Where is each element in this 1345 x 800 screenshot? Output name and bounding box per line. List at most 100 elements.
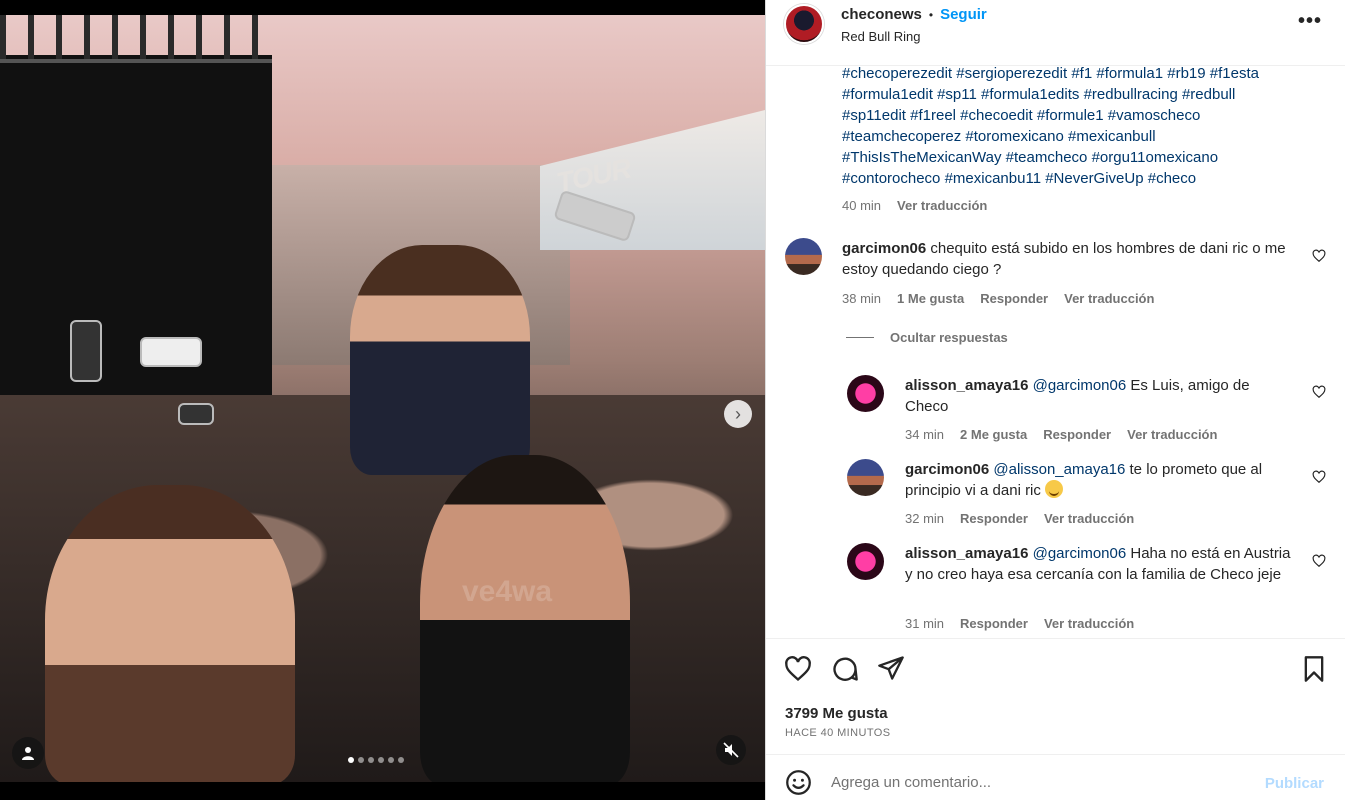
comment-icon[interactable]	[831, 655, 859, 683]
phone-2	[140, 337, 202, 367]
reply-reply-button[interactable]: Responder	[960, 511, 1028, 526]
user-tag-icon	[22, 747, 34, 760]
caption-translate-link[interactable]: Ver traducción	[897, 195, 987, 216]
reply-reply-button[interactable]: Responder	[1043, 427, 1111, 442]
reply-avatar[interactable]	[847, 459, 884, 496]
reply-time[interactable]: 31 min	[905, 616, 944, 631]
comment-body: garcimon06 chequito está subido en los h…	[842, 238, 1292, 280]
reply-time[interactable]: 32 min	[905, 511, 944, 526]
comments-section[interactable]: #checoperezedit #sergioperezedit #f1 #fo…	[766, 60, 1345, 638]
post-timestamp[interactable]: HACE 40 MINUTOS	[785, 727, 890, 739]
comment-translate-link[interactable]: Ver traducción	[1064, 291, 1154, 306]
reply-username[interactable]: alisson_amaya16	[905, 377, 1028, 394]
post-header: checonews • Seguir Red Bull Ring •••	[766, 0, 1345, 66]
reply-avatar[interactable]	[847, 375, 884, 412]
reply-like-icon[interactable]	[1312, 554, 1326, 568]
comment-reply-button[interactable]: Responder	[980, 291, 1048, 306]
reply-translate-link[interactable]: Ver traducción	[1044, 511, 1134, 526]
reply-mention[interactable]: @garcimon06	[1033, 545, 1127, 562]
hashtag-link[interactable]: #redbull	[1182, 86, 1235, 103]
hashtag-link[interactable]: #sergioperezedit	[956, 65, 1067, 82]
hashtag-link[interactable]: #teamchecoperez	[842, 128, 961, 145]
hashtag-link[interactable]: #sp11edit	[842, 107, 906, 124]
hashtag-link[interactable]: #contorocheco	[842, 170, 940, 187]
author-line: checonews • Seguir	[841, 6, 987, 23]
author-username[interactable]: checonews	[841, 6, 922, 23]
heart-icon[interactable]	[784, 655, 812, 683]
carousel-dot	[368, 757, 374, 763]
hashtag-link[interactable]: #sp11	[937, 86, 977, 103]
hashtag-link[interactable]: #f1reel	[910, 107, 956, 124]
hide-replies-button[interactable]: Ocultar respuestas	[846, 330, 1008, 345]
reply-translate-link[interactable]: Ver traducción	[1044, 616, 1134, 631]
hashtag-link[interactable]: #formula1edits	[981, 86, 1079, 103]
reply-mention[interactable]: @alisson_amaya16	[993, 461, 1125, 478]
reply-like-icon[interactable]	[1312, 470, 1326, 484]
comment-likes[interactable]: 1 Me gusta	[897, 291, 964, 306]
reply-like-icon[interactable]	[1312, 385, 1326, 399]
hashtag-link[interactable]: #toromexicano	[965, 128, 1063, 145]
video-frame: TOUR ve4wa	[0, 15, 765, 782]
caption-time[interactable]: 40 min	[842, 195, 881, 216]
hashtag-link[interactable]: #mexicanbu11	[945, 170, 1041, 187]
caption-line: #checoperezedit #sergioperezedit #f1 #fo…	[842, 63, 1312, 84]
reply-username[interactable]: alisson_amaya16	[905, 545, 1028, 562]
hashtag-link[interactable]: #formule1	[1037, 107, 1104, 124]
watermark: ve4wa	[462, 575, 553, 608]
author-avatar[interactable]	[784, 4, 824, 44]
comment-username[interactable]: garcimon06	[842, 240, 926, 257]
hashtag-link[interactable]: #redbullracing	[1084, 86, 1178, 103]
caption-line: #teamchecoperez #toromexicano #mexicanbu…	[842, 126, 1312, 147]
post-media[interactable]: TOUR ve4wa ›	[0, 15, 765, 782]
bookmark-icon[interactable]	[1300, 655, 1328, 683]
send-icon[interactable]	[877, 654, 905, 682]
more-options-button[interactable]: •••	[1298, 10, 1322, 33]
hashtag-link[interactable]: #checo	[1148, 170, 1196, 187]
smiley-icon[interactable]	[785, 769, 812, 796]
hashtag-link[interactable]: #rb19	[1167, 65, 1205, 82]
reply-body: alisson_amaya16 @garcimon06 Es Luis, ami…	[905, 375, 1295, 417]
hashtag-link[interactable]: #NeverGiveUp	[1045, 170, 1143, 187]
hashtag-link[interactable]: #f1	[1071, 65, 1092, 82]
child-on-shoulders	[350, 245, 530, 475]
comment-meta: 38 min 1 Me gusta Responder Ver traducci…	[842, 291, 1154, 306]
man-foreground	[420, 455, 630, 782]
publish-button[interactable]: Publicar	[1265, 775, 1324, 792]
hashtag-link[interactable]: #checoperezedit	[842, 65, 952, 82]
hashtag-link[interactable]: #f1esta	[1210, 65, 1259, 82]
tagged-users-button[interactable]	[12, 737, 44, 769]
reply-likes[interactable]: 2 Me gusta	[960, 427, 1027, 442]
comment-input[interactable]	[831, 769, 1251, 795]
reply-avatar[interactable]	[847, 543, 884, 580]
reply-mention[interactable]: @garcimon06	[1033, 377, 1127, 394]
hashtag-link[interactable]: #mexicanbull	[1068, 128, 1156, 145]
follow-button[interactable]: Seguir	[940, 6, 987, 23]
hashtag-link[interactable]: #checoedit	[960, 107, 1033, 124]
chevron-right-icon: ›	[735, 403, 741, 424]
reply-meta: 34 min 2 Me gusta Responder Ver traducci…	[905, 427, 1217, 442]
reply-username[interactable]: garcimon06	[905, 461, 989, 478]
like-count[interactable]: 3799 Me gusta	[785, 705, 888, 722]
reply-time[interactable]: 34 min	[905, 427, 944, 442]
action-bar: 3799 Me gusta HACE 40 MINUTOS	[766, 638, 1345, 753]
hashtag-link[interactable]: #ThisIsTheMexicanWay	[842, 149, 1002, 166]
comment-avatar[interactable]	[785, 238, 822, 275]
hashtag-link[interactable]: #formula1edit	[842, 86, 933, 103]
more-horizontal-icon: •••	[1297, 10, 1322, 32]
hide-replies-label: Ocultar respuestas	[890, 330, 1008, 345]
hashtag-link[interactable]: #vamoscheco	[1108, 107, 1201, 124]
reply-translate-link[interactable]: Ver traducción	[1127, 427, 1217, 442]
reply-reply-button[interactable]: Responder	[960, 616, 1028, 631]
caption-line: #ThisIsTheMexicanWay #teamcheco #orgu11o…	[842, 147, 1312, 168]
reply-body: garcimon06 @alisson_amaya16 te lo promet…	[905, 459, 1295, 501]
carousel-next-button[interactable]: ›	[724, 400, 752, 428]
mute-button[interactable]	[716, 735, 746, 765]
hashtag-link[interactable]: #teamcheco	[1006, 149, 1088, 166]
post-caption: #checoperezedit #sergioperezedit #f1 #fo…	[842, 63, 1312, 216]
comment-time[interactable]: 38 min	[842, 291, 881, 306]
hashtag-link[interactable]: #formula1	[1096, 65, 1163, 82]
caption-hashtags: #checoperezedit #sergioperezedit #f1 #fo…	[842, 63, 1312, 189]
hashtag-link[interactable]: #orgu11omexicano	[1092, 149, 1218, 166]
post-location[interactable]: Red Bull Ring	[841, 29, 921, 44]
comment-like-icon[interactable]	[1312, 249, 1326, 263]
